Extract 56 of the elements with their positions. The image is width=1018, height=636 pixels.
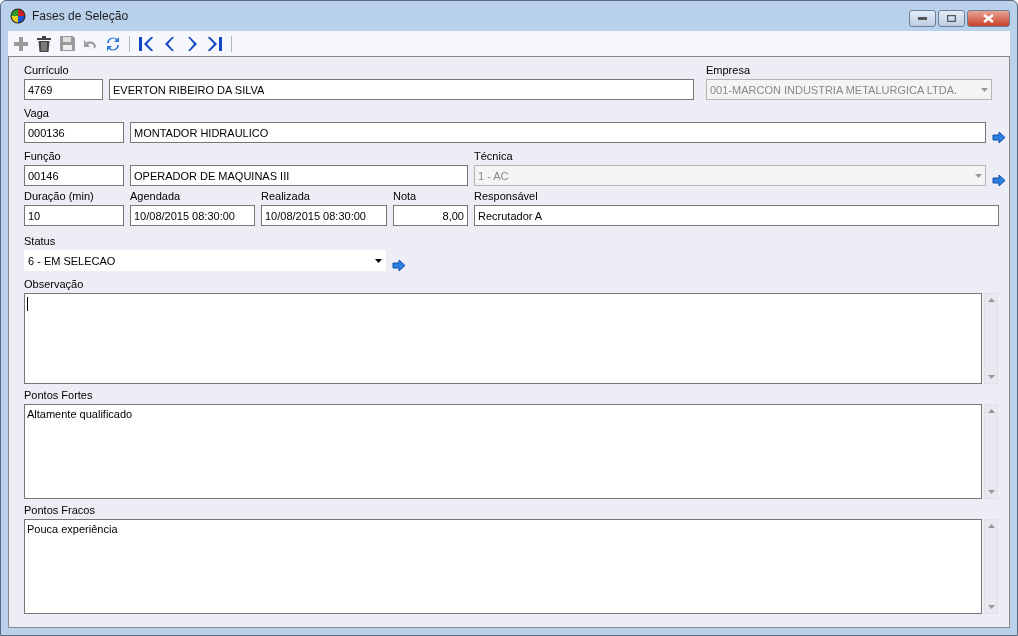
date-field[interactable]: 10/08/2015 08:30:00: [261, 205, 387, 226]
field-label: Nota: [393, 189, 418, 203]
refresh-icon[interactable]: [105, 35, 121, 52]
name-field[interactable]: EVERTON RIBEIRO DA SILVA: [109, 79, 694, 100]
field-label: Responsável: [474, 189, 539, 203]
chevron-left-icon[interactable]: [164, 36, 174, 51]
text-area[interactable]: [24, 293, 982, 384]
close-button[interactable]: [967, 10, 1010, 27]
scrollbar[interactable]: [984, 519, 998, 614]
text-area[interactable]: Pouca experiência: [24, 519, 982, 614]
field-label: Pontos Fracos: [24, 503, 96, 517]
scroll-up-icon[interactable]: [987, 298, 995, 302]
scroll-up-icon[interactable]: [987, 409, 995, 413]
scrollbar[interactable]: [984, 293, 998, 384]
name-field[interactable]: OPERADOR DE MAQUINAS III: [130, 165, 468, 186]
field-label: Status: [24, 234, 57, 248]
scroll-up-icon[interactable]: [987, 524, 995, 528]
field-label: Duração (min): [24, 189, 95, 203]
maximize-icon: [947, 15, 956, 22]
scroll-down-icon[interactable]: [987, 605, 995, 609]
trash-icon[interactable]: [37, 35, 51, 52]
field-label: Função: [24, 149, 62, 163]
number-field[interactable]: 8,00: [393, 205, 468, 226]
text-area[interactable]: Altamente qualificado: [24, 404, 982, 499]
field-label: Agendada: [130, 189, 182, 203]
code-field[interactable]: 000136: [24, 122, 124, 143]
arrow-right-icon[interactable]: [392, 260, 405, 271]
scroll-down-icon[interactable]: [987, 490, 995, 494]
field-label: Vaga: [24, 106, 50, 120]
scrollbar[interactable]: [984, 404, 998, 499]
last-record-icon[interactable]: [208, 36, 222, 51]
window-title: Fases de Seleção: [32, 9, 129, 23]
field-label: Pontos Fortes: [24, 388, 94, 402]
arrow-right-icon[interactable]: [992, 132, 1005, 143]
first-record-icon[interactable]: [139, 36, 153, 51]
field-label: Currículo: [24, 63, 70, 77]
field-label: Técnica: [474, 149, 514, 163]
scroll-down-icon[interactable]: [987, 375, 995, 379]
field-label: Empresa: [706, 63, 752, 77]
chevron-right-icon[interactable]: [187, 36, 197, 51]
date-field[interactable]: 10/08/2015 08:30:00: [130, 205, 255, 226]
maximize-button[interactable]: [938, 10, 965, 27]
text-field[interactable]: 10: [24, 205, 124, 226]
dropdown-arrow-icon[interactable]: [375, 258, 382, 263]
text-field[interactable]: Recrutador A: [474, 205, 999, 226]
minimize-button[interactable]: [909, 10, 936, 27]
arrow-right-icon[interactable]: [992, 175, 1005, 186]
dropdown-field[interactable]: 6 - EM SELECAO: [24, 250, 386, 271]
code-field[interactable]: 4769: [24, 79, 103, 100]
app-logo-icon: [10, 8, 26, 24]
close-icon: [983, 14, 994, 23]
minimize-icon: [918, 17, 927, 20]
field-label: Realizada: [261, 189, 311, 203]
name-field[interactable]: MONTADOR HIDRAULICO: [130, 122, 986, 143]
code-field[interactable]: 00146: [24, 165, 124, 186]
field-label: Observação: [24, 277, 85, 291]
